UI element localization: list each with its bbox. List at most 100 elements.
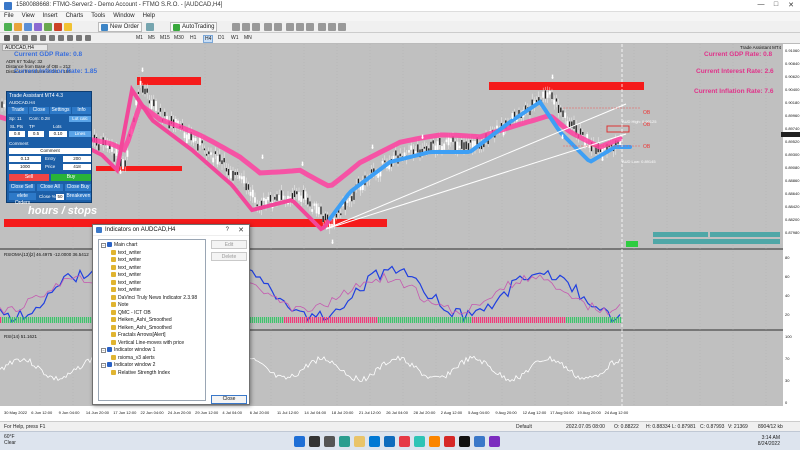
tree-item-indicator[interactable]: text_writer — [111, 279, 141, 287]
line-chart-icon[interactable] — [252, 23, 260, 31]
tab-settings[interactable]: Settings — [50, 107, 71, 114]
horizontal-line-icon[interactable] — [31, 35, 37, 41]
menu-view[interactable]: View — [18, 12, 39, 20]
tradingview-icon[interactable] — [459, 436, 470, 447]
templates-icon[interactable] — [338, 23, 346, 31]
collapse-toggle-icon[interactable]: − — [101, 348, 106, 353]
minimize-button[interactable]: — — [754, 1, 768, 11]
app-icon-orange[interactable] — [429, 436, 440, 447]
vertical-line-icon[interactable] — [22, 35, 28, 41]
menu-charts[interactable]: Charts — [62, 12, 88, 20]
risk-input[interactable]: 0.13 — [9, 156, 41, 162]
tree-item-indicator[interactable]: Note — [111, 302, 129, 309]
tree-group-main-chart[interactable]: − Main chart — [101, 242, 137, 249]
weather-widget[interactable]: 60°F Clear — [4, 434, 16, 446]
start-icon[interactable] — [294, 436, 305, 447]
tf-m5[interactable]: M5 — [148, 35, 155, 41]
fibonacci-icon[interactable] — [58, 35, 64, 41]
text-tool-icon[interactable] — [67, 35, 73, 41]
help-button[interactable]: ? — [226, 227, 229, 233]
tree-item-indicator[interactable]: text_writer — [111, 257, 141, 264]
metatrader-icon[interactable] — [474, 436, 485, 447]
price-input[interactable]: 418 — [63, 164, 91, 170]
chart-title-tab[interactable]: AUDCAD,H4 — [2, 44, 48, 51]
file-explorer-icon[interactable] — [354, 436, 365, 447]
task-view-icon[interactable] — [324, 436, 335, 447]
breakeven-button[interactable]: Breakeven — [66, 193, 91, 200]
autoscroll-icon[interactable] — [296, 23, 304, 31]
lines-button[interactable]: Lines — [69, 131, 91, 137]
profiles-icon[interactable] — [14, 23, 22, 31]
menu-tools[interactable]: Tools — [87, 12, 109, 20]
indicators-icon[interactable] — [318, 23, 326, 31]
data-window-icon[interactable] — [34, 23, 42, 31]
lots-input[interactable]: 0.10 — [49, 131, 67, 137]
tf-m1[interactable]: M1 — [136, 35, 143, 41]
tf-d1[interactable]: D1 — [218, 35, 224, 41]
label-tool-icon[interactable] — [76, 35, 82, 41]
tf-h1[interactable]: H1 — [190, 35, 196, 41]
tree-item-indicator[interactable]: text_writer — [111, 264, 141, 272]
menu-help[interactable]: Help — [139, 12, 159, 20]
edge-icon[interactable] — [339, 436, 350, 447]
close-buy-button[interactable]: Close Buy — [65, 184, 91, 191]
close-button[interactable]: Close — [211, 395, 247, 404]
periods-icon[interactable] — [328, 23, 336, 31]
tree-item-indicator[interactable]: text_writer — [111, 287, 141, 294]
close-window-button[interactable]: ✕ — [784, 1, 798, 11]
delete-orders-button[interactable]: elete Orders — [9, 193, 36, 206]
maximize-button[interactable]: □ — [769, 1, 783, 11]
tf-w1[interactable]: W1 — [231, 35, 239, 41]
navigator-icon[interactable] — [44, 23, 52, 31]
close-all-button[interactable]: Close All — [37, 184, 63, 191]
candle-chart-icon[interactable] — [242, 23, 250, 31]
tree-item-indicator[interactable]: Vertical Line-moves with price — [111, 339, 184, 347]
market-watch-icon[interactable] — [24, 23, 32, 31]
autotrading-button[interactable]: AutoTrading — [170, 22, 218, 32]
arrows-icon[interactable] — [85, 35, 91, 41]
strategy-tester-icon[interactable] — [64, 23, 72, 31]
tree-item-indicator[interactable]: text_writer — [111, 249, 141, 257]
mail-icon[interactable] — [384, 436, 395, 447]
equidistant-channel-icon[interactable] — [49, 35, 55, 41]
menu-window[interactable]: Window — [109, 12, 138, 20]
tree-item-indicator[interactable]: Fractals Arrows[Alert] — [111, 332, 166, 339]
app-icon-teal[interactable] — [414, 436, 425, 447]
tab-info[interactable]: Info — [72, 107, 91, 114]
menu-file[interactable]: File — [0, 12, 18, 20]
collapse-toggle-icon[interactable]: − — [101, 243, 106, 248]
new-order-button[interactable]: New Order — [98, 22, 143, 32]
menu-insert[interactable]: Insert — [39, 12, 62, 20]
points-input[interactable]: 1000 — [9, 164, 41, 170]
metaeditor-icon[interactable] — [146, 23, 154, 31]
crosshair-icon[interactable] — [13, 35, 19, 41]
tree-group-window-1[interactable]: − Indicator window 1 — [101, 347, 155, 354]
system-clock[interactable]: 3:14 AM 8/24/2022 — [758, 435, 780, 447]
store-icon[interactable] — [369, 436, 380, 447]
tf-h4[interactable]: H4 — [203, 35, 214, 43]
tf-m30[interactable]: M30 — [174, 35, 184, 41]
buy-button[interactable]: Buy — [51, 174, 91, 181]
tree-item-indicator[interactable]: rsioma_v3 alerts — [111, 354, 155, 362]
zoom-in-icon[interactable] — [264, 23, 272, 31]
new-chart-icon[interactable] — [4, 23, 12, 31]
tp-input[interactable]: 0.5 — [28, 131, 44, 137]
tree-item-indicator[interactable]: Relative Strength Index — [111, 369, 170, 377]
lot-calc-button[interactable]: Lot calc — [69, 116, 91, 122]
tf-m15[interactable]: M15 — [160, 35, 170, 41]
edit-button[interactable]: Edit — [211, 240, 247, 249]
terminal-icon[interactable] — [54, 23, 62, 31]
tree-item-indicator[interactable]: Heiken_Ashi_Smoothed — [111, 324, 172, 332]
trendline-icon[interactable] — [40, 35, 46, 41]
chart-shift-icon[interactable] — [306, 23, 314, 31]
tree-item-indicator[interactable]: Heiken_Ashi_Smoothed — [111, 317, 172, 324]
sell-button[interactable]: Sell — [9, 174, 49, 181]
tree-item-indicator[interactable]: QMC - ICT OB — [111, 309, 151, 317]
tile-windows-icon[interactable] — [286, 23, 294, 31]
tree-item-indicator[interactable]: text_writer — [111, 272, 141, 279]
indicator-tree[interactable]: − Main chart text_writer text_writer text_wr… — [98, 239, 206, 401]
tree-group-window-2[interactable]: − Indicator window 2 — [101, 362, 155, 369]
collapse-toggle-icon[interactable]: − — [101, 363, 106, 368]
comment-input[interactable]: Comment — [9, 148, 91, 154]
tf-mn[interactable]: MN — [244, 35, 252, 41]
